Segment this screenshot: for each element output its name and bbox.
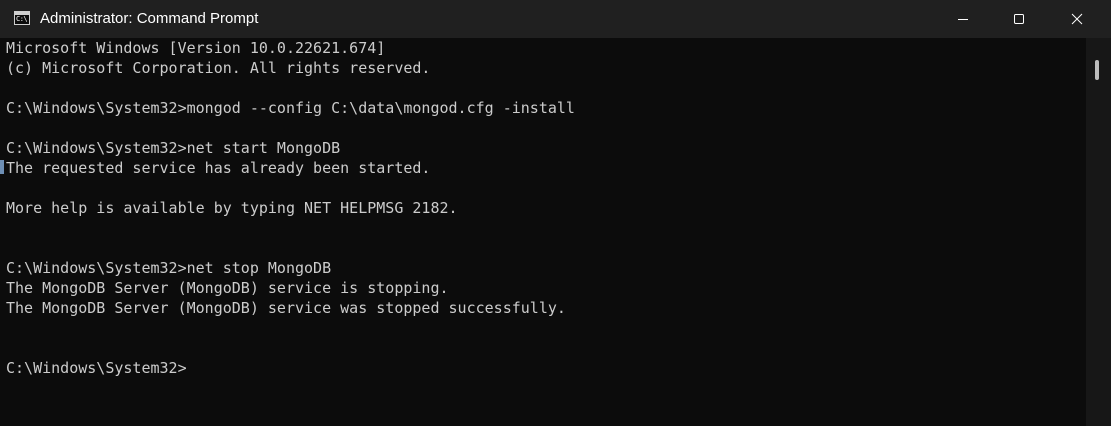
console-line prompt-line: C:\Windows\System32> [6,359,187,377]
minimize-icon [958,19,968,20]
command-prompt-icon-glyph: C:\ [16,15,28,23]
title-bar[interactable]: C:\ Administrator: Command Prompt [0,0,1111,38]
minimize-button[interactable] [935,0,991,38]
console-line: (c) Microsoft Corporation. All rights re… [6,59,431,77]
selection-artifact [0,160,4,174]
command-prompt-icon: C:\ [14,11,30,25]
console-output[interactable]: Microsoft Windows [Version 10.0.22621.67… [0,38,1086,426]
console-line: C:\Windows\System32>net stop MongoDB [6,259,332,277]
console-line: The requested service has already been s… [6,159,431,177]
console-line: C:\Windows\System32>mongod --config C:\d… [6,99,575,117]
console-line: The MongoDB Server (MongoDB) service is … [6,279,449,297]
vertical-scrollbar[interactable] [1086,38,1111,426]
command-prompt-window: C:\ Administrator: Command Prompt Micros… [0,0,1111,426]
maximize-button[interactable] [991,0,1047,38]
close-icon [1071,13,1083,25]
close-button[interactable] [1049,0,1105,38]
console-line: Microsoft Windows [Version 10.0.22621.67… [6,39,386,57]
console-line: More help is available by typing NET HEL… [6,199,458,217]
window-title: Administrator: Command Prompt [40,10,259,27]
console-line: C:\Windows\System32>net start MongoDB [6,139,341,157]
scrollbar-thumb[interactable] [1095,60,1099,80]
maximize-icon [1014,14,1024,24]
console-line: The MongoDB Server (MongoDB) service was… [6,299,566,317]
